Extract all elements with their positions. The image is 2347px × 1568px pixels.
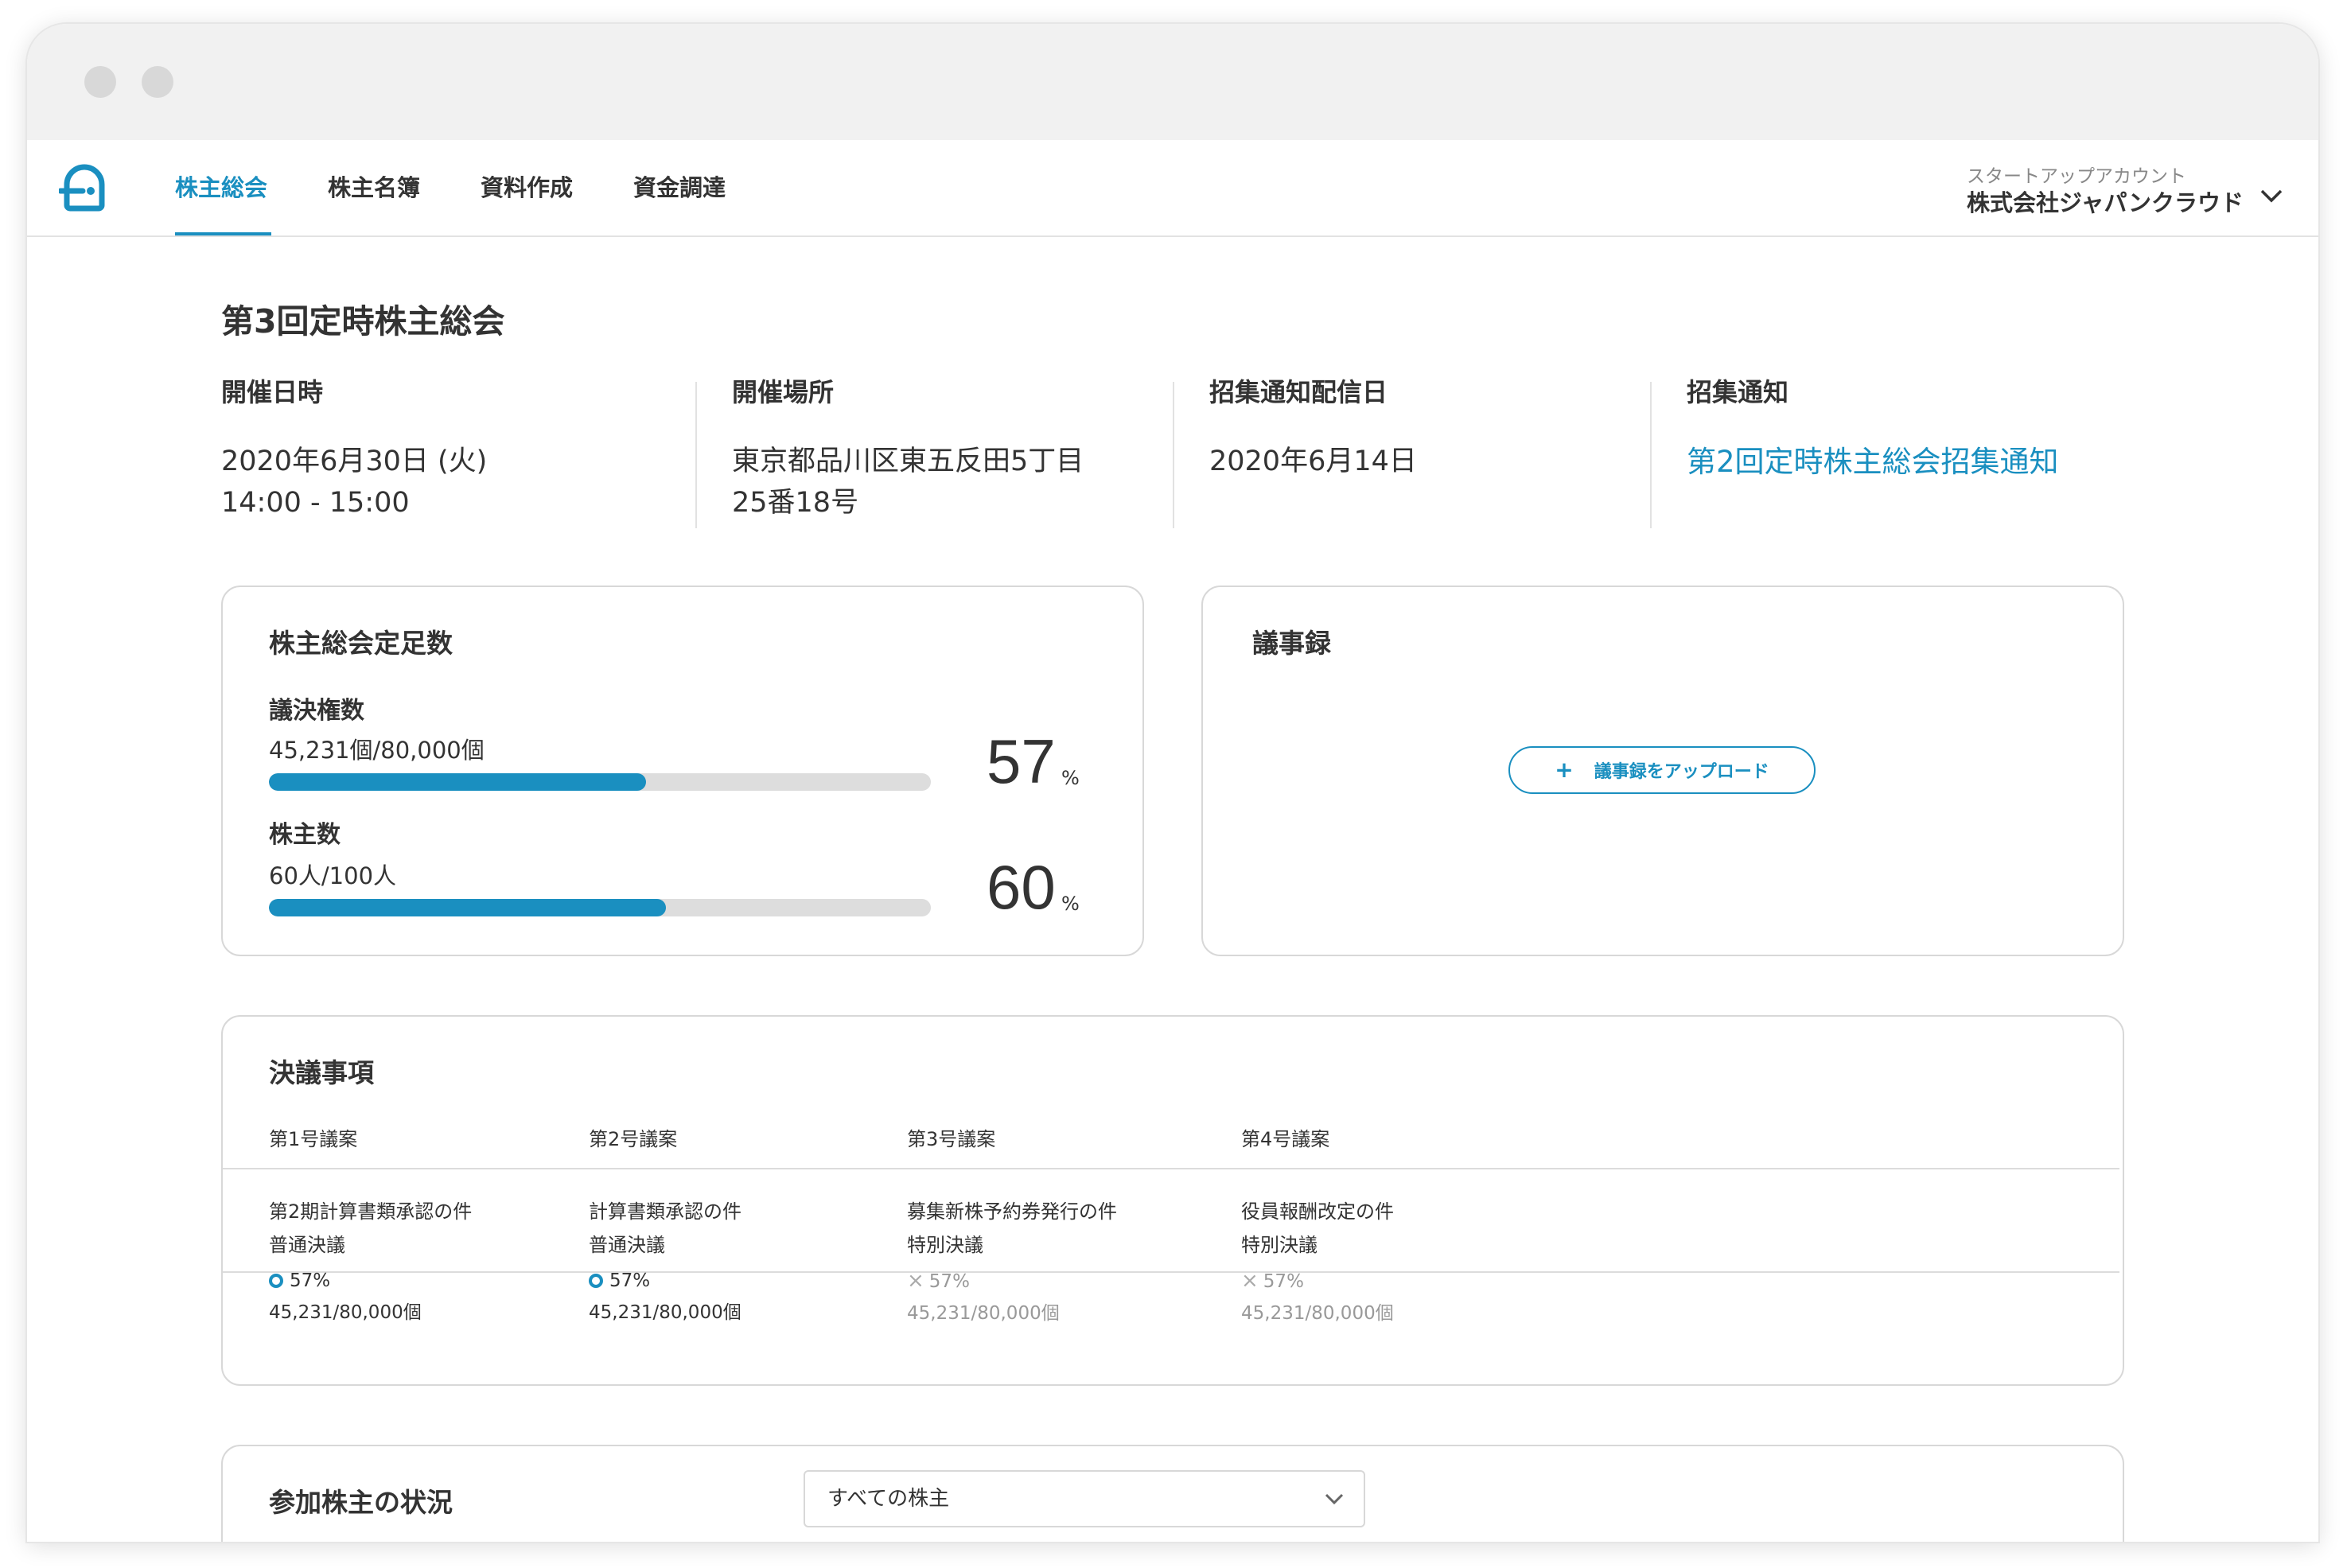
notice-date-value: 2020年6月14日 bbox=[1209, 445, 1417, 477]
window-close-dot[interactable] bbox=[84, 66, 116, 98]
resolution-result: 57% 45,231/80,000個 bbox=[589, 1265, 741, 1329]
resolutions-card: 決議事項 第1号議案 第2号議案 第3号議案 第4号議案 第2期計算書類承認の件… bbox=[221, 1015, 2124, 1386]
account-type-label: スタートアップアカウント bbox=[1967, 166, 2186, 187]
table-divider bbox=[223, 1168, 2119, 1169]
resolution-heading: 第2号議案 bbox=[589, 1128, 678, 1150]
shareholder-count-progress-fill bbox=[269, 899, 667, 916]
upload-minutes-label: 議事録をアップロード bbox=[1594, 762, 1769, 782]
participants-card: 参加株主の状況 すべての株主 bbox=[221, 1445, 2124, 1542]
resolution-name: 第2期計算書類承認の件 bbox=[269, 1200, 473, 1223]
approved-circle-icon bbox=[269, 1274, 283, 1288]
resolution-type: 普通決議 bbox=[589, 1234, 665, 1256]
quorum-card: 株主総会定足数 議決権数 45,231個/80,000個 57 % 株主数 60… bbox=[221, 586, 1144, 956]
datetime-date: 2020年6月30日 (火) bbox=[221, 445, 488, 477]
tab-shareholder-registry[interactable]: 株主名簿 bbox=[328, 140, 420, 235]
upload-minutes-button[interactable]: + 議事録をアップロード bbox=[1508, 746, 1816, 794]
notice-date-label: 招集通知配信日 bbox=[1209, 377, 1388, 407]
datetime-label: 開催日時 bbox=[221, 377, 324, 407]
table-divider bbox=[223, 1271, 2119, 1273]
resolution-name: 役員報酬改定の件 bbox=[1241, 1200, 1394, 1223]
resolution-result: × 57% 45,231/80,000個 bbox=[907, 1265, 1060, 1329]
resolution-heading: 第3号議案 bbox=[907, 1128, 996, 1150]
notice-label: 招集通知 bbox=[1687, 377, 1789, 407]
info-divider bbox=[1173, 382, 1174, 528]
shareholder-count-label: 株主数 bbox=[269, 821, 341, 849]
result-percent: 57% bbox=[609, 1270, 651, 1291]
voting-rights-count: 45,231個/80,000個 bbox=[269, 737, 485, 764]
participants-title: 参加株主の状況 bbox=[269, 1487, 453, 1518]
browser-window: 株主総会 株主名簿 資料作成 資金調達 スタートアップアカウント 株式会社ジャパ… bbox=[27, 24, 2318, 1542]
resolution-name: 募集新株予約券発行の件 bbox=[907, 1200, 1117, 1223]
info-divider bbox=[1650, 382, 1652, 528]
top-navbar: 株主総会 株主名簿 資料作成 資金調達 スタートアップアカウント 株式会社ジャパ… bbox=[27, 140, 2318, 237]
filter-selected-value: すべての株主 bbox=[827, 1487, 950, 1511]
resolution-item: 第2期計算書類承認の件 普通決議 bbox=[269, 1195, 472, 1262]
tab-fundraising[interactable]: 資金調達 bbox=[633, 140, 726, 235]
percent-unit: % bbox=[1061, 767, 1080, 789]
page-title: 第3回定時株主総会 bbox=[221, 302, 505, 340]
resolution-heading: 第1号議案 bbox=[269, 1128, 358, 1150]
shareholder-count-progress bbox=[269, 899, 931, 916]
resolution-result: 57% 45,231/80,000個 bbox=[269, 1265, 422, 1329]
meeting-datetime: 開催日時 2020年6月30日 (火) 14:00 - 15:00 bbox=[221, 372, 487, 523]
info-divider bbox=[695, 382, 697, 528]
app-logo-icon[interactable] bbox=[59, 161, 110, 213]
percent-unit: % bbox=[1061, 893, 1080, 915]
result-count: 45,231/80,000個 bbox=[1241, 1303, 1394, 1324]
result-percent: 57% bbox=[1263, 1271, 1304, 1292]
result-percent: 57% bbox=[290, 1270, 331, 1291]
plus-icon: + bbox=[1555, 757, 1574, 783]
result-count: 45,231/80,000個 bbox=[907, 1303, 1060, 1324]
resolution-type: 普通決議 bbox=[269, 1234, 345, 1256]
main-content: 第3回定時株主総会 開催日時 2020年6月30日 (火) 14:00 - 15… bbox=[27, 237, 2318, 1542]
rejected-x-icon: × bbox=[907, 1269, 924, 1293]
result-percent: 57% bbox=[928, 1271, 970, 1292]
resolution-item: 募集新株予約券発行の件 特別決議 bbox=[907, 1195, 1117, 1262]
active-tab-indicator bbox=[175, 232, 271, 235]
shareholder-count-percent: 60 bbox=[987, 852, 1056, 922]
resolution-item: 計算書類承認の件 普通決議 bbox=[589, 1195, 741, 1262]
result-count: 45,231/80,000個 bbox=[269, 1302, 422, 1323]
meeting-place: 開催場所 東京都品川区東五反田5丁目 25番18号 bbox=[732, 372, 1084, 523]
account-name[interactable]: 株式会社ジャパンクラウド bbox=[1967, 185, 2244, 218]
place-address-line1: 東京都品川区東五反田5丁目 bbox=[732, 445, 1084, 477]
place-label: 開催場所 bbox=[732, 377, 835, 407]
voting-rights-percent: 57 bbox=[987, 726, 1056, 796]
tab-shareholders-meeting[interactable]: 株主総会 bbox=[175, 140, 267, 235]
resolution-name: 計算書類承認の件 bbox=[589, 1200, 741, 1223]
quorum-title: 株主総会定足数 bbox=[269, 628, 453, 659]
resolution-type: 特別決議 bbox=[907, 1234, 983, 1256]
minutes-card: 議事録 + 議事録をアップロード bbox=[1201, 586, 2124, 956]
voting-rights-progress bbox=[269, 773, 931, 791]
notice-delivery-date: 招集通知配信日 2020年6月14日 bbox=[1209, 372, 1417, 523]
approved-circle-icon bbox=[589, 1274, 603, 1288]
tab-document-creation[interactable]: 資料作成 bbox=[481, 140, 573, 235]
resolution-type: 特別決議 bbox=[1241, 1234, 1318, 1256]
resolution-item: 役員報酬改定の件 特別決議 bbox=[1241, 1195, 1394, 1262]
shareholder-count-value: 60人/100人 bbox=[269, 862, 397, 889]
resolutions-title: 決議事項 bbox=[269, 1057, 374, 1088]
chevron-down-icon[interactable] bbox=[2259, 186, 2283, 205]
notice-link[interactable]: 第2回定時株主総会招集通知 bbox=[1687, 438, 2059, 481]
shareholder-filter-select[interactable]: すべての株主 bbox=[804, 1470, 1365, 1527]
window-titlebar bbox=[27, 24, 2318, 140]
window-minimize-dot[interactable] bbox=[142, 66, 173, 98]
voting-rights-label: 議決権数 bbox=[269, 697, 364, 725]
resolution-result: × 57% 45,231/80,000個 bbox=[1241, 1265, 1394, 1329]
minutes-title: 議事録 bbox=[1252, 628, 1331, 659]
voting-rights-progress-fill bbox=[269, 773, 647, 791]
resolution-heading: 第4号議案 bbox=[1241, 1128, 1330, 1150]
place-address-line2: 25番18号 bbox=[732, 487, 859, 519]
chevron-down-icon bbox=[1325, 1493, 1344, 1505]
convocation-notice: 招集通知 第2回定時株主総会招集通知 bbox=[1687, 372, 2059, 523]
datetime-time: 14:00 - 15:00 bbox=[221, 487, 410, 519]
rejected-x-icon: × bbox=[1241, 1269, 1259, 1293]
result-count: 45,231/80,000個 bbox=[589, 1302, 741, 1323]
